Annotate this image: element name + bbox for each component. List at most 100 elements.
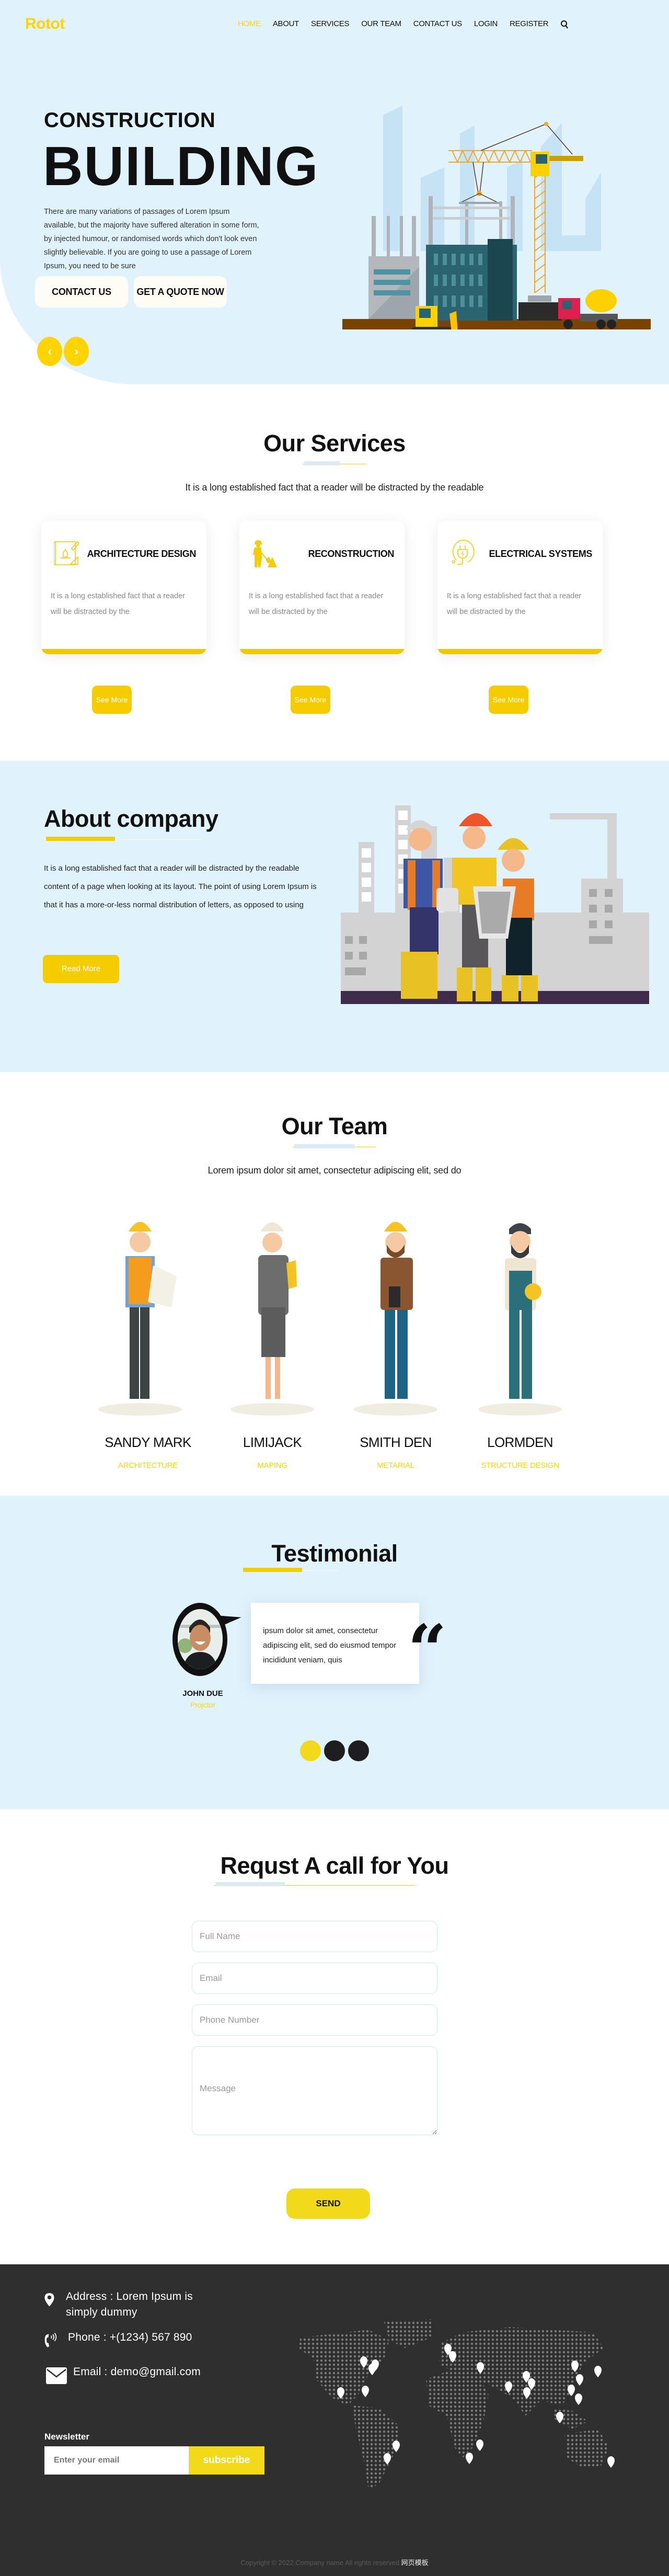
team-member-role: STRUCTURE DESIGN: [481, 1461, 559, 1470]
footer-phone: Phone : +(1234) 567 890: [44, 2330, 192, 2351]
service-card-title: ELECTRICAL SYSTEMS: [489, 549, 593, 559]
main-nav: HOME ABOUT SERVICES OUR TEAM CONTACT US …: [238, 19, 569, 29]
nav-about[interactable]: ABOUT: [273, 19, 299, 28]
get-quote-button[interactable]: GET A QUOTE NOW: [134, 276, 227, 307]
quote-mark-icon: “: [408, 1610, 447, 1690]
hero-subtitle: CONSTRUCTION: [44, 109, 216, 132]
phone-number-input[interactable]: [192, 2004, 437, 2036]
phone-icon: [44, 2332, 57, 2347]
pagination-dot-3[interactable]: [348, 1740, 369, 1761]
team-member-name: LORMDEN: [487, 1434, 553, 1450]
contact-us-button[interactable]: CONTACT US: [35, 276, 128, 307]
service-card-title: RECONSTRUCTION: [308, 549, 395, 559]
team-member-avatar: [230, 1222, 314, 1416]
service-card-text: It is a long established fact that a rea…: [249, 592, 384, 616]
footer-address-text: Address : Lorem Ipsum is simply dummy: [66, 2290, 193, 2318]
worker-shovel-icon: [253, 540, 277, 567]
search-icon[interactable]: [560, 20, 569, 29]
about-section: About company It is a long established f…: [0, 761, 669, 1072]
team-subtitle: Lorem ipsum dolor sit amet, consectetur …: [207, 1165, 462, 1176]
service-cards: ARCHITECTURE DESIGN It is a long establi…: [37, 520, 633, 656]
service-card-text: It is a long established fact that a rea…: [447, 592, 582, 616]
testimonial-author-role: Projctor: [190, 1701, 216, 1709]
footer-address: Address : Lorem Ipsum is simply dummy: [44, 2289, 212, 2320]
team-member-card: LIMIJACK MAPING: [207, 1203, 338, 1470]
team-member-avatar: [98, 1222, 182, 1416]
map-pin-icon: [44, 2293, 54, 2307]
nav-our-team[interactable]: OUR TEAM: [361, 19, 401, 28]
service-card-electrical[interactable]: ELECTRICAL SYSTEMS It is a long establis…: [437, 520, 603, 654]
services-header: Our Services It is a long established fa…: [0, 430, 669, 493]
service-card-reconstruction[interactable]: RECONSTRUCTION It is a long established …: [239, 520, 405, 654]
copyright-text: Copyright © 2022.Company name All rights…: [240, 2559, 401, 2567]
team-member-name: SMITH DEN: [360, 1434, 432, 1450]
team-member-role: METARIAL: [377, 1461, 414, 1470]
services-title: Our Services: [263, 430, 406, 457]
testimonial-quote-text: ipsum dolor sit amet, consectetur adipis…: [263, 1626, 397, 1665]
team-member-avatar: [354, 1222, 437, 1416]
team-member-role: MAPING: [257, 1461, 287, 1470]
team-title-underline: [293, 1144, 376, 1149]
testimonial-title: Testimonial: [271, 1540, 398, 1567]
construction-site-illustration: [342, 106, 651, 329]
template-link[interactable]: 网页模板: [401, 2559, 429, 2567]
testimonial-author-name: JOHN DUE: [182, 1689, 223, 1698]
about-title-underline: [44, 837, 201, 841]
request-call-section: Requst A call for You SEND: [0, 1809, 669, 2264]
request-call-title: Requst A call for You: [220, 1852, 449, 1879]
message-textarea[interactable]: [192, 2046, 437, 2135]
slider-next-button[interactable]: ›: [64, 337, 89, 366]
nav-login[interactable]: LOGIN: [474, 19, 498, 28]
site-footer: Address : Lorem Ipsum is simply dummy Ph…: [0, 2264, 669, 2576]
about-text: It is a long established fact that a rea…: [44, 864, 317, 909]
team-section: Our Team Lorem ipsum dolor sit amet, con…: [0, 1072, 669, 1496]
about-title: About company: [44, 805, 218, 832]
footer-email: Email : demo@gmail.com: [44, 2364, 201, 2385]
newsletter-label: Newsletter: [44, 2432, 89, 2442]
footer-phone-text: Phone : +(1234) 567 890: [68, 2331, 192, 2343]
pagination-dot-1[interactable]: [300, 1740, 321, 1761]
newsletter-email-input[interactable]: [44, 2446, 189, 2475]
envelope-icon: [46, 2367, 67, 2384]
testimonial-quote-card: ipsum dolor sit amet, consectetur adipis…: [251, 1603, 419, 1684]
see-more-button-architecture[interactable]: See More: [92, 686, 132, 714]
services-title-underline: [303, 461, 366, 466]
newsletter-form: subscribe: [44, 2446, 264, 2475]
nav-services[interactable]: SERVICES: [311, 19, 349, 28]
plug-icon: [452, 540, 475, 565]
blueprint-icon: [54, 541, 79, 565]
team-title: Our Team: [281, 1113, 388, 1139]
team-member-card: SMITH DEN METARIAL: [330, 1203, 461, 1470]
nav-home[interactable]: HOME: [238, 19, 261, 28]
avatar-photo: [178, 1609, 223, 1669]
team-member-card: SANDY MARK ARCHITECTURE: [83, 1203, 213, 1470]
service-card-title: ARCHITECTURE DESIGN: [87, 549, 197, 559]
team-member-name: SANDY MARK: [105, 1434, 191, 1450]
logo[interactable]: Rotot: [25, 15, 65, 33]
nav-register[interactable]: REGISTER: [510, 19, 549, 28]
team-header: Our Team Lorem ipsum dolor sit amet, con…: [0, 1113, 669, 1176]
pagination-dot-2[interactable]: [324, 1740, 345, 1761]
workers-illustration: [341, 805, 649, 1004]
see-more-button-electrical[interactable]: See More: [489, 686, 528, 714]
send-button[interactable]: SEND: [286, 2189, 370, 2219]
nav-contact-us[interactable]: CONTACT US: [413, 19, 462, 28]
copyright: Copyright © 2022.Company name All rights…: [0, 2557, 669, 2567]
full-name-input[interactable]: [192, 1921, 437, 1952]
team-member-card: LORMDEN STRUCTURE DESIGN: [455, 1203, 585, 1470]
team-member-avatar: [478, 1223, 562, 1416]
hero-description: There are many variations of passages of…: [44, 208, 259, 270]
email-input[interactable]: [192, 1963, 437, 1994]
footer-email-text: Email : demo@gmail.com: [73, 2366, 201, 2378]
see-more-button-reconstruction[interactable]: See More: [291, 686, 330, 714]
request-title-underline: [214, 1882, 415, 1886]
hero-title: BUILDING: [43, 135, 319, 197]
subscribe-button[interactable]: subscribe: [189, 2446, 264, 2475]
slider-prev-button[interactable]: ‹: [37, 337, 62, 366]
team-member-name: LIMIJACK: [243, 1434, 302, 1450]
service-card-architecture[interactable]: ARCHITECTURE DESIGN It is a long establi…: [41, 520, 206, 654]
read-more-button[interactable]: Read More: [43, 955, 119, 983]
service-card-text: It is a long established fact that a rea…: [51, 592, 186, 616]
testimonial-avatar: [172, 1603, 246, 1679]
testimonial-section: Testimonial JOHN DUE Projctor ipsum dolo…: [0, 1496, 669, 1809]
